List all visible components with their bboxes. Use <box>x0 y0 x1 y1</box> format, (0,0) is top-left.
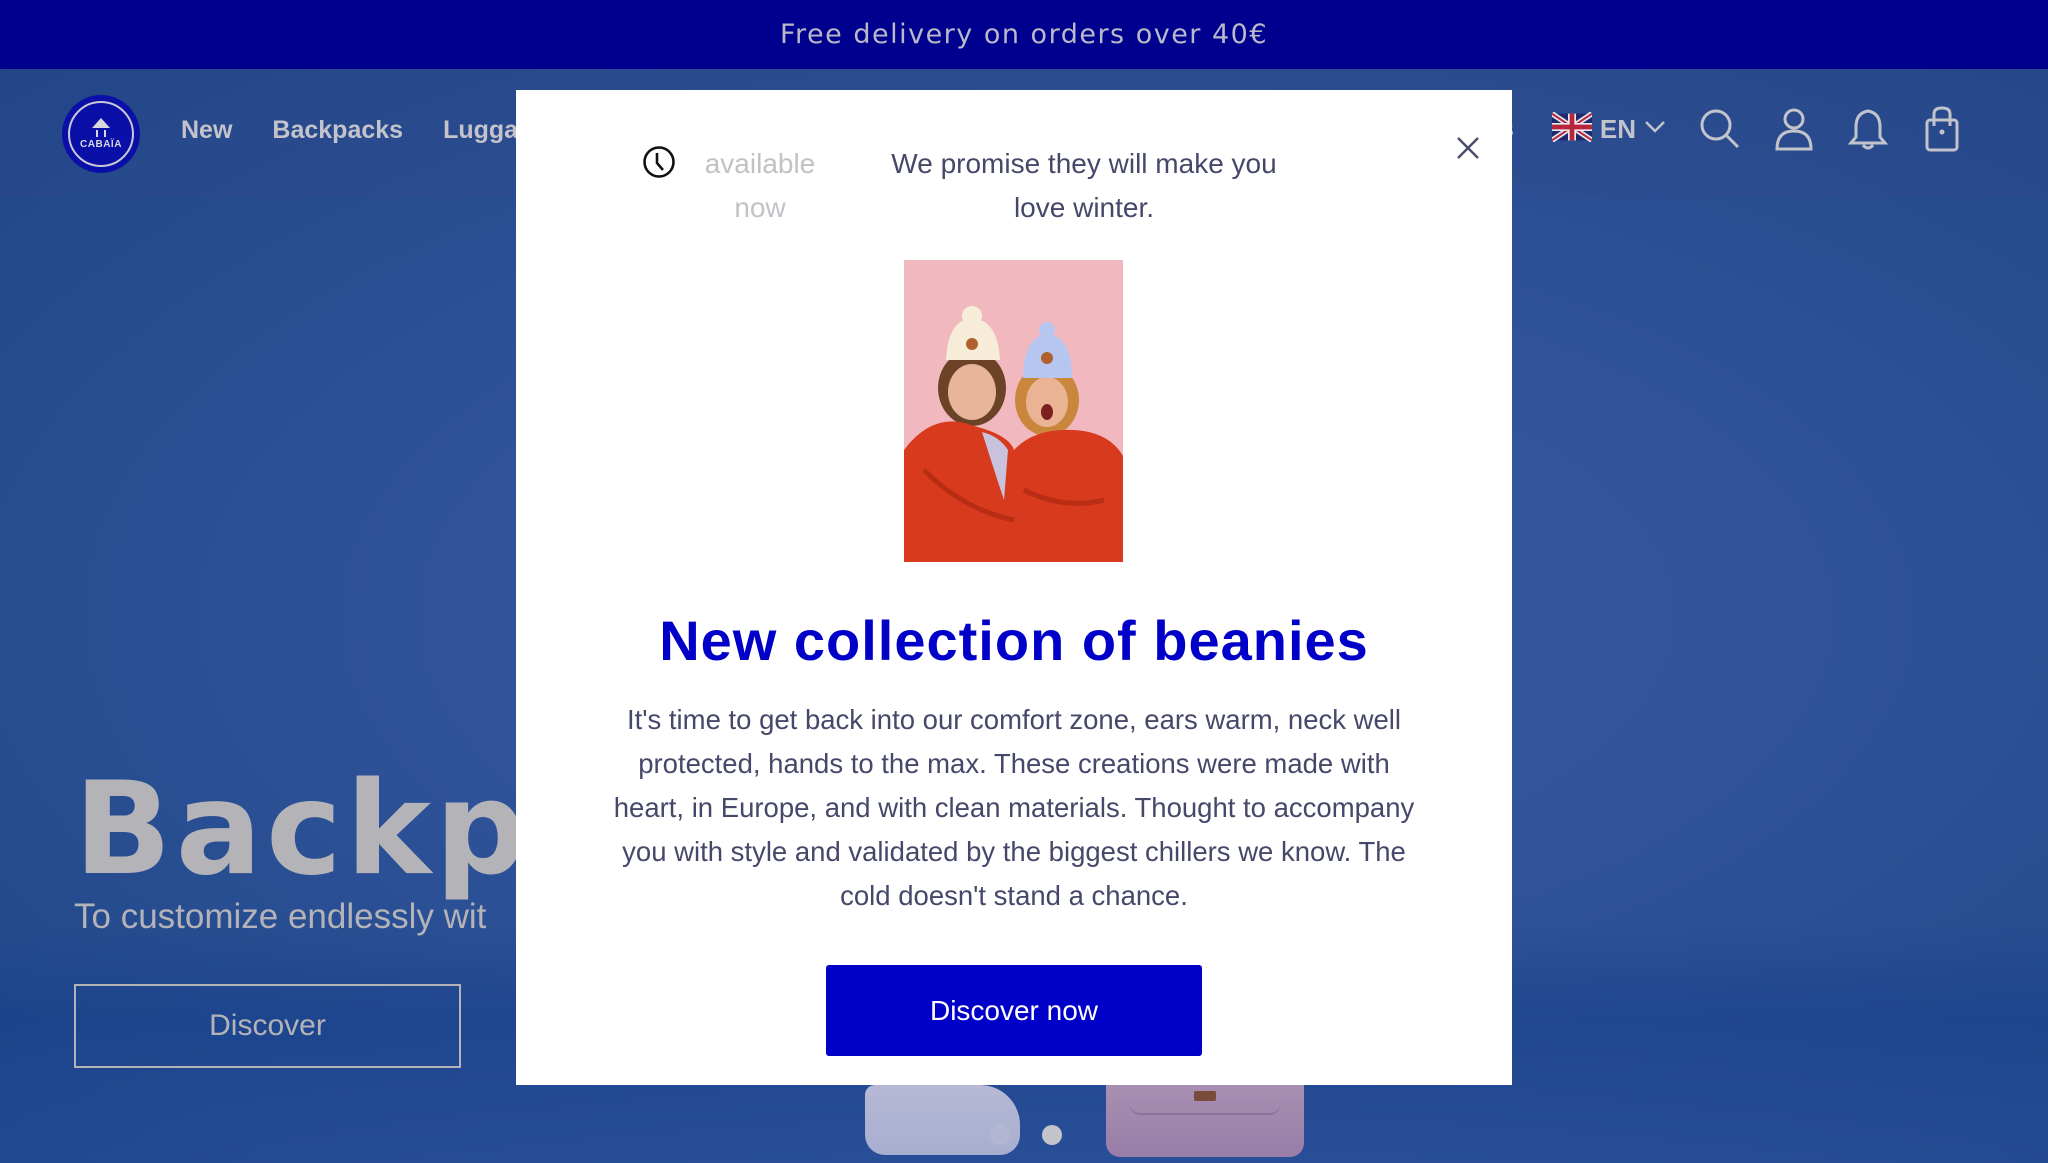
availability: available now <box>642 142 842 230</box>
availability-text: available now <box>704 148 816 223</box>
beanies-photo <box>904 260 1123 562</box>
modal-body: It's time to get back into our comfort z… <box>613 704 1415 911</box>
discover-now-button[interactable]: Discover now <box>826 965 1202 1056</box>
modal-tagline: We promise they will make you love winte… <box>891 148 1277 223</box>
clock-icon <box>643 146 675 178</box>
promo-text: Free delivery on orders over 40€ <box>779 19 1269 50</box>
promo-banner: Free delivery on orders over 40€ <box>0 0 2048 69</box>
close-button[interactable] <box>1450 130 1486 166</box>
promo-modal: available now We promise they will make … <box>516 90 1512 1085</box>
close-icon <box>1457 137 1479 159</box>
beanies-illustration <box>904 260 1123 562</box>
modal-title: New collection of beanies <box>659 609 1369 672</box>
